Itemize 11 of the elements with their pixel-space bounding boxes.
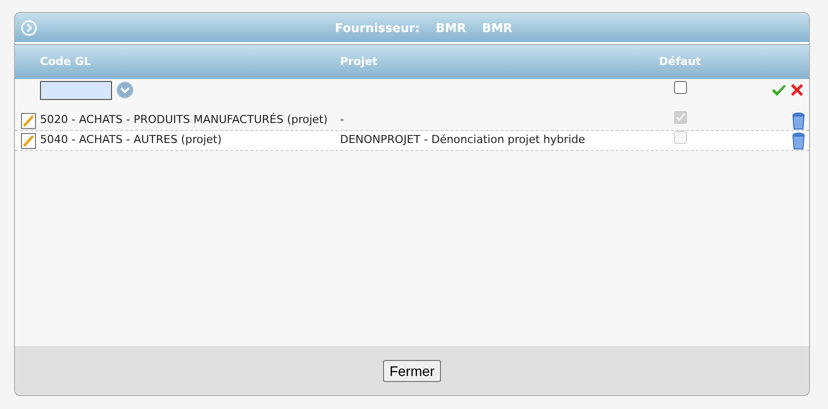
- code-gl-cell-text: 5040 - ACHATS - AUTRES (projet): [40, 132, 222, 148]
- column-header: Projet: [340, 54, 378, 68]
- close-button[interactable]: Fermer: [383, 360, 441, 382]
- supplier-label: Fournisseur:: [335, 20, 420, 36]
- column-header: Défaut: [659, 54, 701, 68]
- supplier-value: BMR: [482, 20, 512, 36]
- column-header: Code GL: [40, 54, 91, 68]
- project-cell-text: -: [340, 112, 345, 128]
- supplier-value: BMR: [436, 20, 466, 36]
- code-gl-cell-text: 5020 - ACHATS - PRODUITS MANUFACTURÉS (projet): [40, 112, 328, 128]
- project-cell-text: DENONPROJET - Dénonciation projet hybride: [340, 132, 586, 148]
